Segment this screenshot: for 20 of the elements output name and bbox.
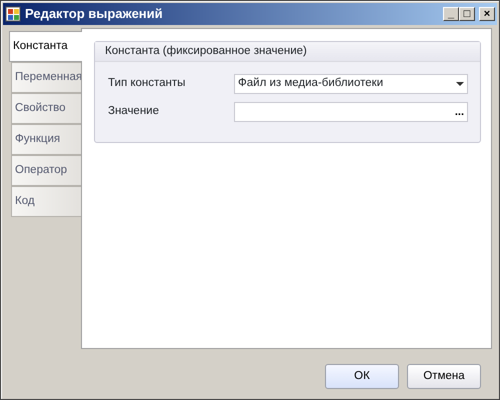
minimize-button[interactable]: _ [443,7,459,21]
tab[interactable]: Оператор [11,155,81,186]
tab[interactable]: Свойство [11,93,81,124]
window-title: Редактор выражений [25,5,163,24]
caret-icon [456,82,464,86]
close-button[interactable]: × [479,7,495,21]
tab[interactable]: Константа [9,31,82,62]
maximize-button[interactable]: □ [459,7,475,21]
tab[interactable]: Переменная [11,62,81,93]
ok-button[interactable]: ОК [325,364,399,389]
field-label: Тип константы [108,76,186,92]
app-icon [5,6,21,22]
dropdown[interactable]: Файл из медиа-библиотеки [234,74,468,94]
tab[interactable]: Код [11,186,81,217]
group-title: Константа (фиксированное значение) [105,44,307,59]
field-label: Значение [108,104,160,120]
input-field[interactable]: ... [234,102,468,122]
browse-button[interactable]: ... [454,106,464,118]
tab[interactable]: Функция [11,124,81,155]
cancel-button[interactable]: Отмена [407,364,481,389]
